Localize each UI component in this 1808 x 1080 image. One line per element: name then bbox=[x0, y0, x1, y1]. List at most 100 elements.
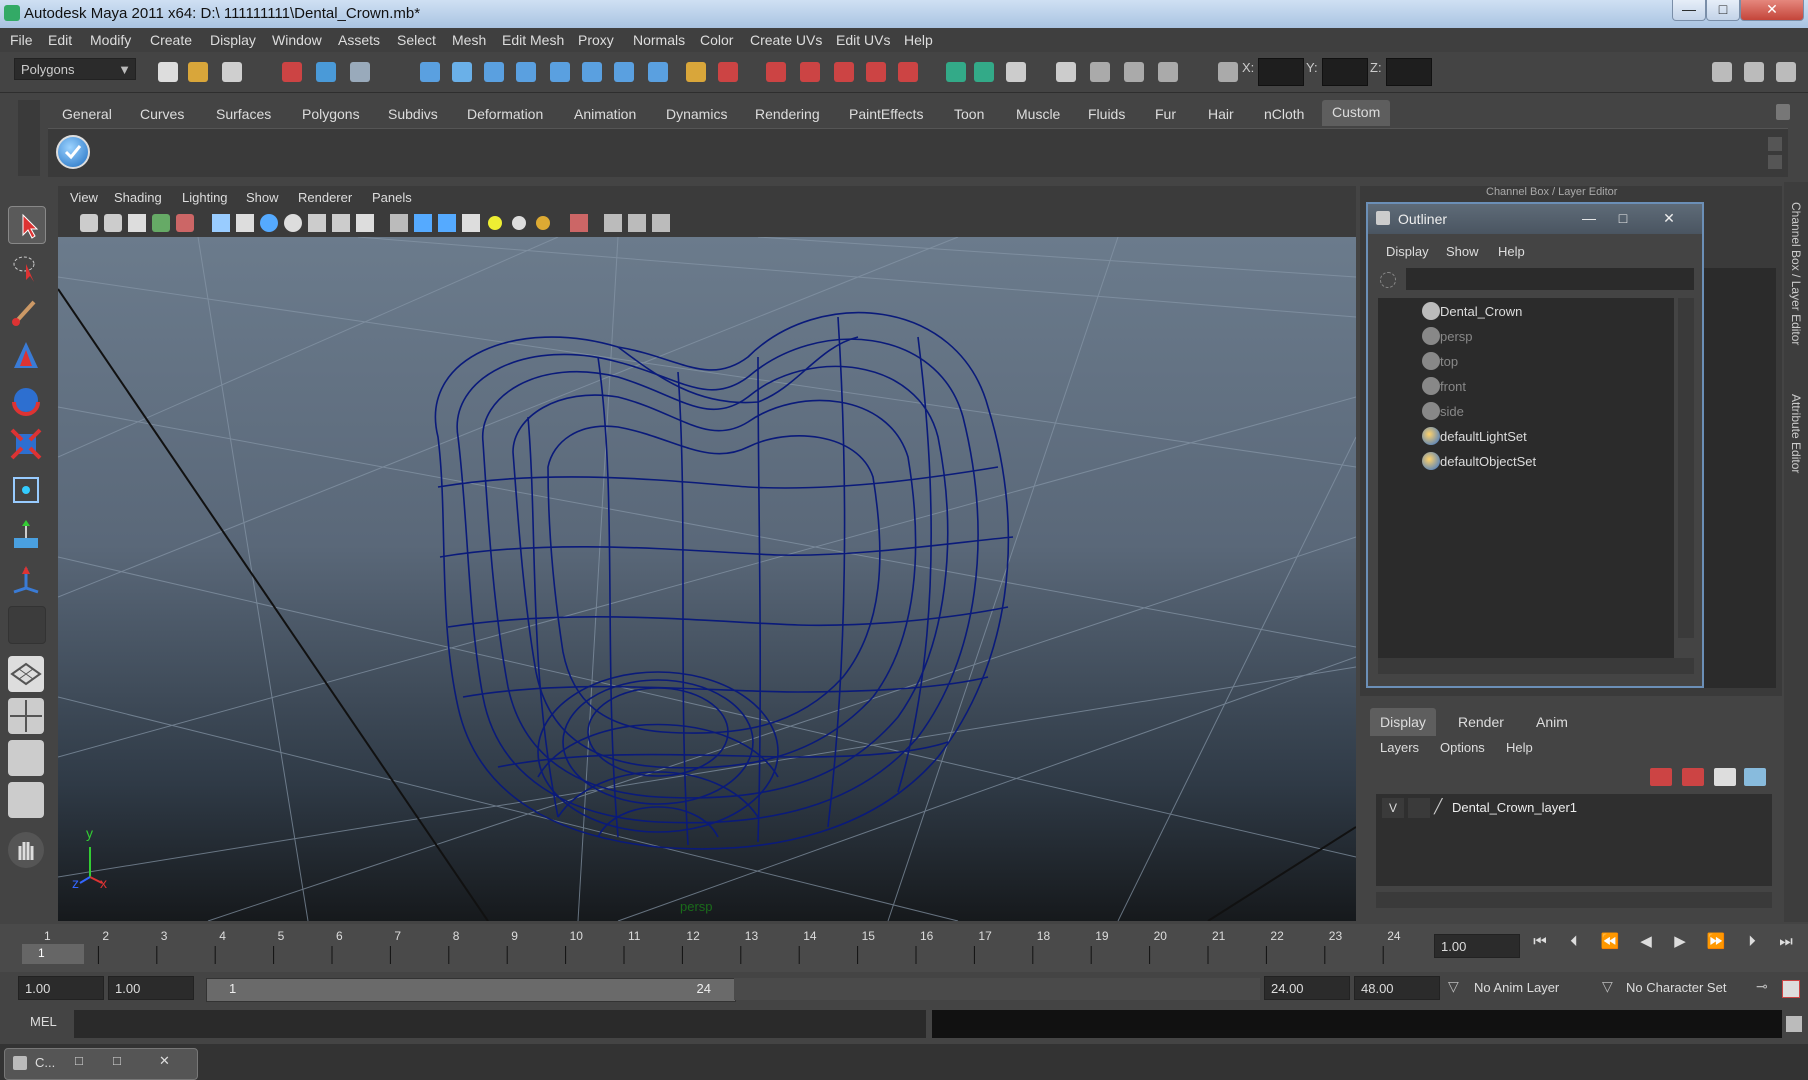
select-hierarchy-icon[interactable] bbox=[282, 62, 302, 82]
layer-type-toggle[interactable] bbox=[1408, 798, 1430, 818]
outliner-title-bar[interactable]: Outliner — □ ✕ bbox=[1368, 204, 1702, 234]
tab-animation[interactable]: Animation bbox=[574, 106, 636, 122]
tab-general[interactable]: General bbox=[62, 106, 112, 122]
universal-manipulator-icon[interactable] bbox=[8, 472, 44, 508]
select-component-icon[interactable] bbox=[350, 62, 370, 82]
tab-subdivs[interactable]: Subdivs bbox=[388, 106, 438, 122]
tab-painteffects[interactable]: PaintEffects bbox=[849, 106, 923, 122]
textured-icon[interactable] bbox=[462, 214, 480, 232]
menu-modify[interactable]: Modify bbox=[90, 32, 131, 48]
menu-assets[interactable]: Assets bbox=[338, 32, 380, 48]
shadows-icon[interactable] bbox=[536, 216, 550, 230]
safe-title-icon[interactable] bbox=[356, 214, 374, 232]
camera-attributes-icon[interactable] bbox=[104, 214, 122, 232]
grid-icon[interactable] bbox=[1056, 62, 1076, 82]
current-frame-marker[interactable] bbox=[22, 944, 84, 964]
outliner-item-top[interactable]: top bbox=[1440, 354, 1458, 369]
animation-end-field[interactable]: 48.00 bbox=[1354, 976, 1440, 1000]
menu-window[interactable]: Window bbox=[272, 32, 322, 48]
character-set-dropdown[interactable]: No Character Set bbox=[1620, 976, 1752, 1000]
layer-row[interactable]: V ╱ Dental_Crown_layer1 bbox=[1376, 798, 1772, 820]
layout-icon[interactable] bbox=[1006, 62, 1026, 82]
range-bar[interactable]: 1 24 bbox=[206, 978, 736, 1002]
new-layer-selected-icon[interactable] bbox=[1744, 768, 1766, 786]
tab-surfaces[interactable]: Surfaces bbox=[216, 106, 271, 122]
outliner-close-button[interactable]: ✕ bbox=[1654, 208, 1684, 228]
menu-normals[interactable]: Normals bbox=[633, 32, 685, 48]
anim-layer-dropdown[interactable]: No Anim Layer bbox=[1468, 976, 1600, 1000]
new-layer-icon[interactable] bbox=[1714, 768, 1736, 786]
menu-edit[interactable]: Edit bbox=[48, 32, 72, 48]
resolution-gate-icon[interactable] bbox=[260, 214, 278, 232]
play-forwards-icon[interactable]: ▶ bbox=[1668, 931, 1692, 953]
tab-polygons[interactable]: Polygons bbox=[302, 106, 360, 122]
wireframe-on-shaded-icon[interactable] bbox=[438, 214, 456, 232]
menu-edit-uvs[interactable]: Edit UVs bbox=[836, 32, 890, 48]
snap-grid-icon[interactable] bbox=[420, 62, 440, 82]
shelf-trash-icon[interactable] bbox=[1776, 104, 1790, 120]
render-frame-icon[interactable] bbox=[766, 62, 786, 82]
absolute-transform-icon[interactable] bbox=[1218, 62, 1238, 82]
go-to-start-icon[interactable]: ⏮ bbox=[1528, 931, 1552, 953]
mel-label[interactable]: MEL bbox=[30, 1014, 57, 1029]
outliner-item-front[interactable]: front bbox=[1440, 379, 1466, 394]
history-icon[interactable] bbox=[582, 62, 602, 82]
input-ops-icon[interactable] bbox=[718, 62, 738, 82]
step-back-frame-icon[interactable]: ⏴ bbox=[1562, 931, 1586, 953]
viewport-menu-shading[interactable]: Shading bbox=[114, 190, 162, 205]
outliner-item-default-light-set[interactable]: defaultLightSet bbox=[1440, 429, 1527, 444]
restore-button[interactable]: □ bbox=[75, 1053, 83, 1068]
layer-color-swatch[interactable]: ╱ bbox=[1434, 798, 1448, 818]
xray-icon[interactable] bbox=[604, 214, 622, 232]
make-live-icon[interactable] bbox=[550, 62, 570, 82]
grid-toggle-icon[interactable] bbox=[212, 214, 230, 232]
maximize-button[interactable]: □ bbox=[1706, 0, 1740, 21]
outliner-menu-show[interactable]: Show bbox=[1446, 244, 1479, 259]
close-small-button[interactable]: ✕ bbox=[159, 1053, 170, 1069]
two-d-pan-icon[interactable] bbox=[176, 214, 194, 232]
outliner-horizontal-scrollbar[interactable] bbox=[1378, 658, 1694, 674]
share-icon[interactable] bbox=[652, 214, 670, 232]
viewport-menu-lighting[interactable]: Lighting bbox=[182, 190, 228, 205]
scene-view[interactable]: y x z persp bbox=[58, 237, 1356, 921]
soft-modification-icon[interactable] bbox=[8, 518, 44, 554]
play-backwards-icon[interactable]: ◀ bbox=[1634, 931, 1658, 953]
dental-crown-wireframe[interactable] bbox=[434, 311, 1014, 850]
maximize-small-button[interactable]: □ bbox=[113, 1053, 121, 1068]
layer-visibility-toggle[interactable]: V bbox=[1382, 798, 1404, 818]
close-button[interactable]: ✕ bbox=[1740, 0, 1804, 21]
current-time-field[interactable]: 1.00 bbox=[1434, 934, 1520, 958]
go-to-end-icon[interactable]: ⏭ bbox=[1774, 931, 1798, 953]
tab-dynamics[interactable]: Dynamics bbox=[666, 106, 727, 122]
viewport-menu-renderer[interactable]: Renderer bbox=[298, 190, 352, 205]
tab-fur[interactable]: Fur bbox=[1155, 106, 1176, 122]
key-icon[interactable]: ⊸ bbox=[1756, 978, 1768, 995]
channel-box-side-tab[interactable]: Channel Box / Layer Editor bbox=[1789, 202, 1803, 345]
outliner-item-default-object-set[interactable]: defaultObjectSet bbox=[1440, 454, 1536, 469]
help-query-icon[interactable] bbox=[648, 62, 668, 82]
construction-icon[interactable] bbox=[614, 62, 634, 82]
transform-icon[interactable] bbox=[946, 62, 966, 82]
field-chart-icon[interactable] bbox=[308, 214, 326, 232]
step-back-key-icon[interactable]: ⏪ bbox=[1598, 931, 1622, 953]
move-tool-icon[interactable] bbox=[8, 338, 44, 374]
tab-curves[interactable]: Curves bbox=[140, 106, 184, 122]
lock-icon[interactable] bbox=[686, 62, 706, 82]
menu-mesh[interactable]: Mesh bbox=[452, 32, 486, 48]
hypershade-icon[interactable] bbox=[866, 62, 886, 82]
gate-mask-icon[interactable] bbox=[284, 214, 302, 232]
camera-icon[interactable] bbox=[1090, 62, 1110, 82]
menu-help[interactable]: Help bbox=[904, 32, 933, 48]
menu-color[interactable]: Color bbox=[700, 32, 733, 48]
menu-set-dropdown[interactable]: Polygons ▼ bbox=[14, 58, 136, 80]
outliner-minimize-button[interactable]: — bbox=[1574, 208, 1604, 228]
animation-start-field[interactable]: 1.00 bbox=[18, 976, 104, 1000]
tab-hair[interactable]: Hair bbox=[1208, 106, 1234, 122]
layer-horizontal-scrollbar[interactable] bbox=[1376, 892, 1772, 908]
film-gate-icon[interactable] bbox=[236, 214, 254, 232]
show-manipulator-icon[interactable] bbox=[8, 562, 44, 598]
outliner-item-side[interactable]: side bbox=[1440, 404, 1464, 419]
hand-icon[interactable] bbox=[8, 832, 44, 868]
wireframe-icon[interactable] bbox=[390, 214, 408, 232]
script-editor-icon[interactable] bbox=[1786, 1016, 1802, 1032]
